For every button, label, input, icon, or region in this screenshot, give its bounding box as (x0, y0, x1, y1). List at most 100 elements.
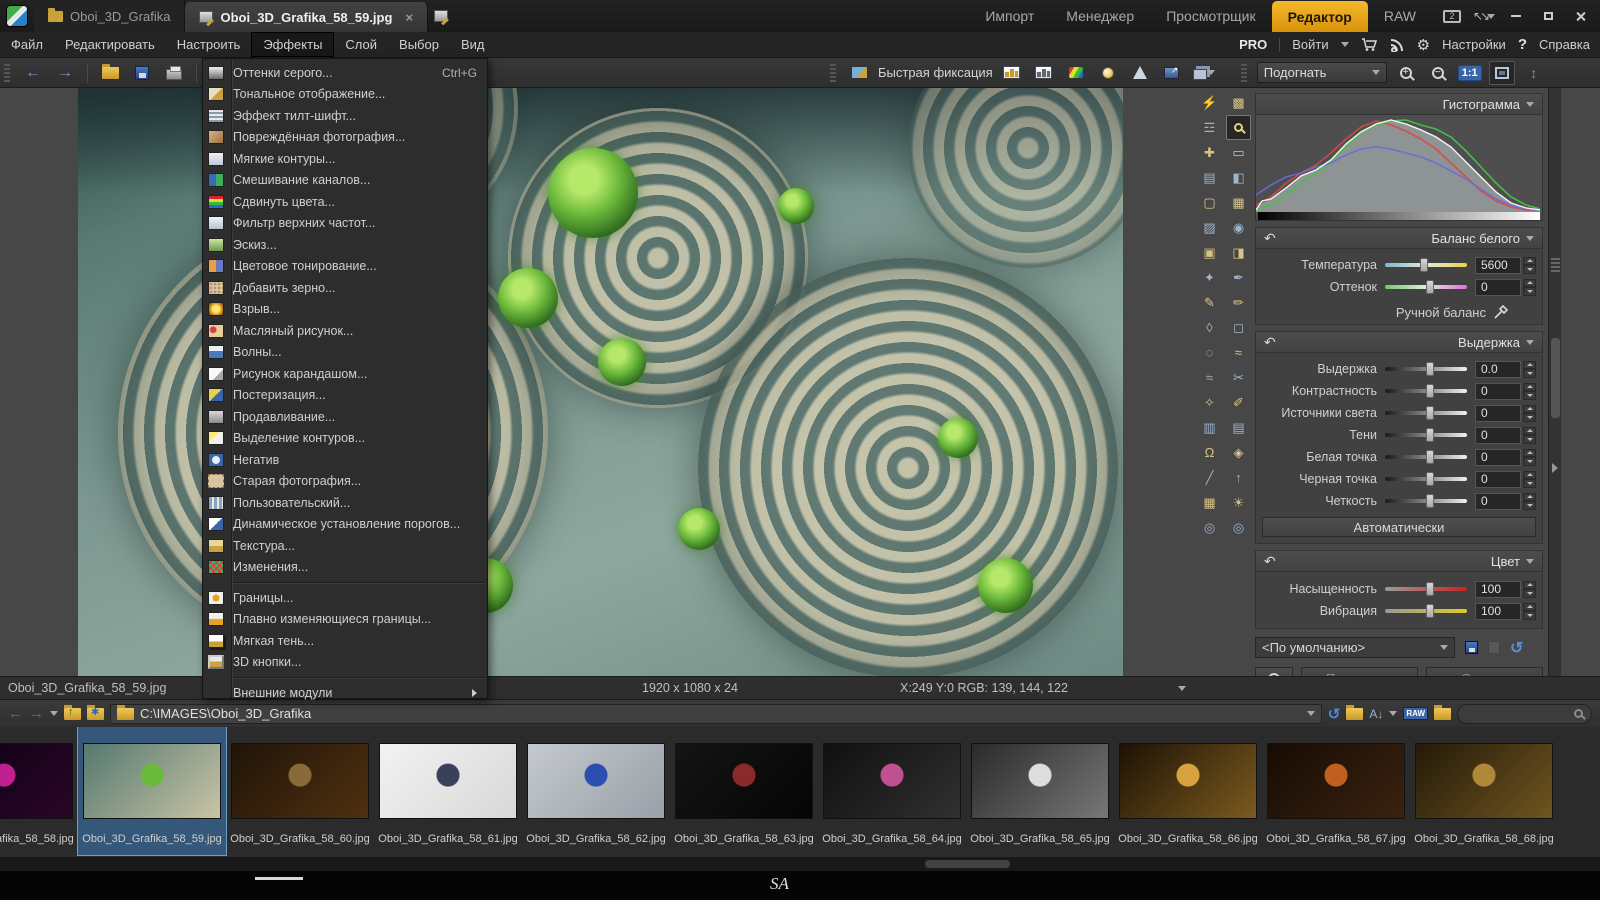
effects-menu-item[interactable]: Фильтр верхних частот... (203, 213, 487, 235)
scrollbar-thumb[interactable] (1551, 338, 1560, 418)
spin-up-button[interactable] (1523, 257, 1536, 266)
filmstrip-item[interactable]: Oboi_3D_Grafika_58_63.jpg (670, 727, 818, 855)
effects-menu-item[interactable]: Изменения... (203, 557, 487, 579)
effects-menu-item[interactable]: Эскиз... (203, 234, 487, 256)
compare[interactable]: ◧ (1226, 165, 1251, 190)
sort-button[interactable]: A↓ (1369, 707, 1383, 721)
menubar-item[interactable]: Настроить (166, 32, 252, 57)
slider-value[interactable]: 100 (1475, 581, 1521, 598)
healing-brush[interactable]: ✦ (1197, 265, 1222, 290)
slider-track[interactable] (1385, 477, 1467, 481)
spin-down-button[interactable] (1523, 287, 1536, 296)
spin-down-button[interactable] (1523, 435, 1536, 444)
effects-menu-item[interactable]: Масляный рисунок... (203, 320, 487, 342)
favorites-folder-button[interactable] (87, 708, 104, 720)
histogram-header[interactable]: Гистограмма (1256, 94, 1542, 115)
slider-track[interactable] (1385, 433, 1467, 437)
gear-icon[interactable]: ⚙ (1417, 36, 1430, 54)
effects-menu-item[interactable]: Постеризация... (203, 385, 487, 407)
image-tab[interactable]: Oboi_3D_Grafika_58_59.jpg× (185, 2, 428, 32)
slider-value[interactable]: 100 (1475, 603, 1521, 620)
zoom-mode-select[interactable]: Подогнать (1257, 62, 1387, 83)
slider-thumb[interactable] (1426, 494, 1434, 508)
nav-back-button[interactable]: ← (8, 705, 23, 722)
effects-menu-item[interactable]: Плавно изменяющиеся границы... (203, 609, 487, 631)
auto-button[interactable]: Автоматически (1262, 517, 1536, 537)
help-button[interactable]: Справка (1539, 37, 1590, 52)
slider-value[interactable]: 0 (1475, 279, 1521, 296)
quick-fix-button[interactable] (846, 61, 872, 85)
effects-menu-item[interactable]: Старая фотография... (203, 471, 487, 493)
levels[interactable]: ☲ (1197, 115, 1222, 140)
spin-up-button[interactable] (1523, 471, 1536, 480)
menubar-item[interactable]: Редактировать (54, 32, 166, 57)
spin-up-button[interactable] (1523, 581, 1536, 590)
tilt-shift-tool[interactable]: ▦ (1197, 490, 1222, 515)
slider-value[interactable]: 0 (1475, 427, 1521, 444)
spiral-filter[interactable]: ◎ (1197, 515, 1222, 540)
effects-menu-item[interactable]: 3D кнопки... (203, 652, 487, 674)
slider-track[interactable] (1385, 455, 1467, 459)
clipboard-tool[interactable]: ▤ (1226, 415, 1251, 440)
line-tool[interactable]: ╱ (1197, 465, 1222, 490)
menubar-item[interactable]: Файл (0, 32, 54, 57)
effects-menu-item[interactable]: Мягкие контуры... (203, 148, 487, 170)
slider-track[interactable] (1385, 367, 1467, 371)
save-button[interactable] (129, 61, 155, 85)
filmstrip-item[interactable]: Oboi_3D_Grafika_58_67.jpg (1262, 727, 1410, 855)
slider-value[interactable]: 0 (1475, 493, 1521, 510)
slider-thumb[interactable] (1426, 280, 1434, 294)
mesh-warp[interactable]: ▦ (1226, 190, 1251, 215)
address-dropdown-icon[interactable] (1307, 711, 1315, 716)
open-button[interactable] (97, 61, 123, 85)
sort-dropdown-icon[interactable] (1389, 711, 1397, 716)
exposure-header[interactable]: ↶ Выдержка (1256, 332, 1542, 353)
effects-menu-item[interactable]: Тональное отображение... (203, 84, 487, 106)
slider-track[interactable] (1385, 285, 1467, 289)
slider-track[interactable] (1385, 587, 1467, 591)
spin-down-button[interactable] (1523, 457, 1536, 466)
text-tool[interactable]: Ω (1197, 440, 1222, 465)
second-monitor-button[interactable]: 2 (1438, 5, 1466, 27)
quick-fix-label[interactable]: Быстрая фиксация (878, 65, 993, 80)
raw-filter-icon[interactable]: RAW (1403, 707, 1428, 720)
reset-icon[interactable]: ↺ (1510, 638, 1523, 658)
print-button[interactable] (161, 61, 187, 85)
minimize-button[interactable] (1502, 5, 1530, 27)
crop[interactable]: ▭ (1226, 140, 1251, 165)
status-dropdown-icon[interactable] (1178, 686, 1186, 691)
effects-menu-item[interactable]: Динамическое установление порогов... (203, 514, 487, 536)
menubar-item[interactable]: Вид (450, 32, 496, 57)
settings-button[interactable]: Настройки (1442, 37, 1506, 52)
effects-menu-item[interactable]: Оттенки серого...Ctrl+G (203, 62, 487, 84)
picture-crop[interactable]: ▨ (1197, 215, 1222, 240)
spin-up-button[interactable] (1523, 603, 1536, 612)
refresh-button[interactable]: ↺ (1328, 705, 1341, 723)
cart-icon[interactable] (1361, 37, 1378, 52)
sun-flare[interactable]: ☀ (1226, 490, 1251, 515)
effects-menu-item[interactable]: Взрыв... (203, 299, 487, 321)
spin-up-button[interactable] (1523, 361, 1536, 370)
spin-up-button[interactable] (1523, 449, 1536, 458)
login-chevron-icon[interactable] (1341, 42, 1349, 47)
color-header[interactable]: ↶ Цвет (1256, 551, 1542, 572)
folder-tab[interactable]: Oboi_3D_Grafika (34, 0, 185, 32)
tab-close-icon[interactable]: × (405, 10, 413, 25)
effects-menu-item[interactable]: Волны... (203, 342, 487, 364)
spin-down-button[interactable] (1523, 479, 1536, 488)
ellipse-selection[interactable]: ◌ (1197, 340, 1222, 365)
slider-track[interactable] (1385, 609, 1467, 613)
module-tab-viewer[interactable]: Просмотрщик (1150, 0, 1271, 32)
zoom-tool[interactable] (1226, 115, 1251, 140)
spin-up-button[interactable] (1523, 405, 1536, 414)
arrow-tool[interactable]: ↑ (1226, 465, 1251, 490)
filmstrip-item[interactable]: Oboi_3D_Grafika_58_58.jpg (0, 727, 78, 855)
effects-menu-item[interactable]: Смешивание каналов... (203, 170, 487, 192)
effects-menu-item[interactable]: Мягкая тень... (203, 630, 487, 652)
target-tool[interactable]: ◎ (1226, 515, 1251, 540)
magic-wand[interactable]: ✧ (1197, 390, 1222, 415)
effects-menu-item[interactable]: Рисунок карандашом... (203, 363, 487, 385)
app-logo-icon[interactable] (6, 5, 28, 27)
login-button[interactable]: Войти (1292, 37, 1328, 52)
panel-scrollbar[interactable] (1548, 88, 1561, 676)
